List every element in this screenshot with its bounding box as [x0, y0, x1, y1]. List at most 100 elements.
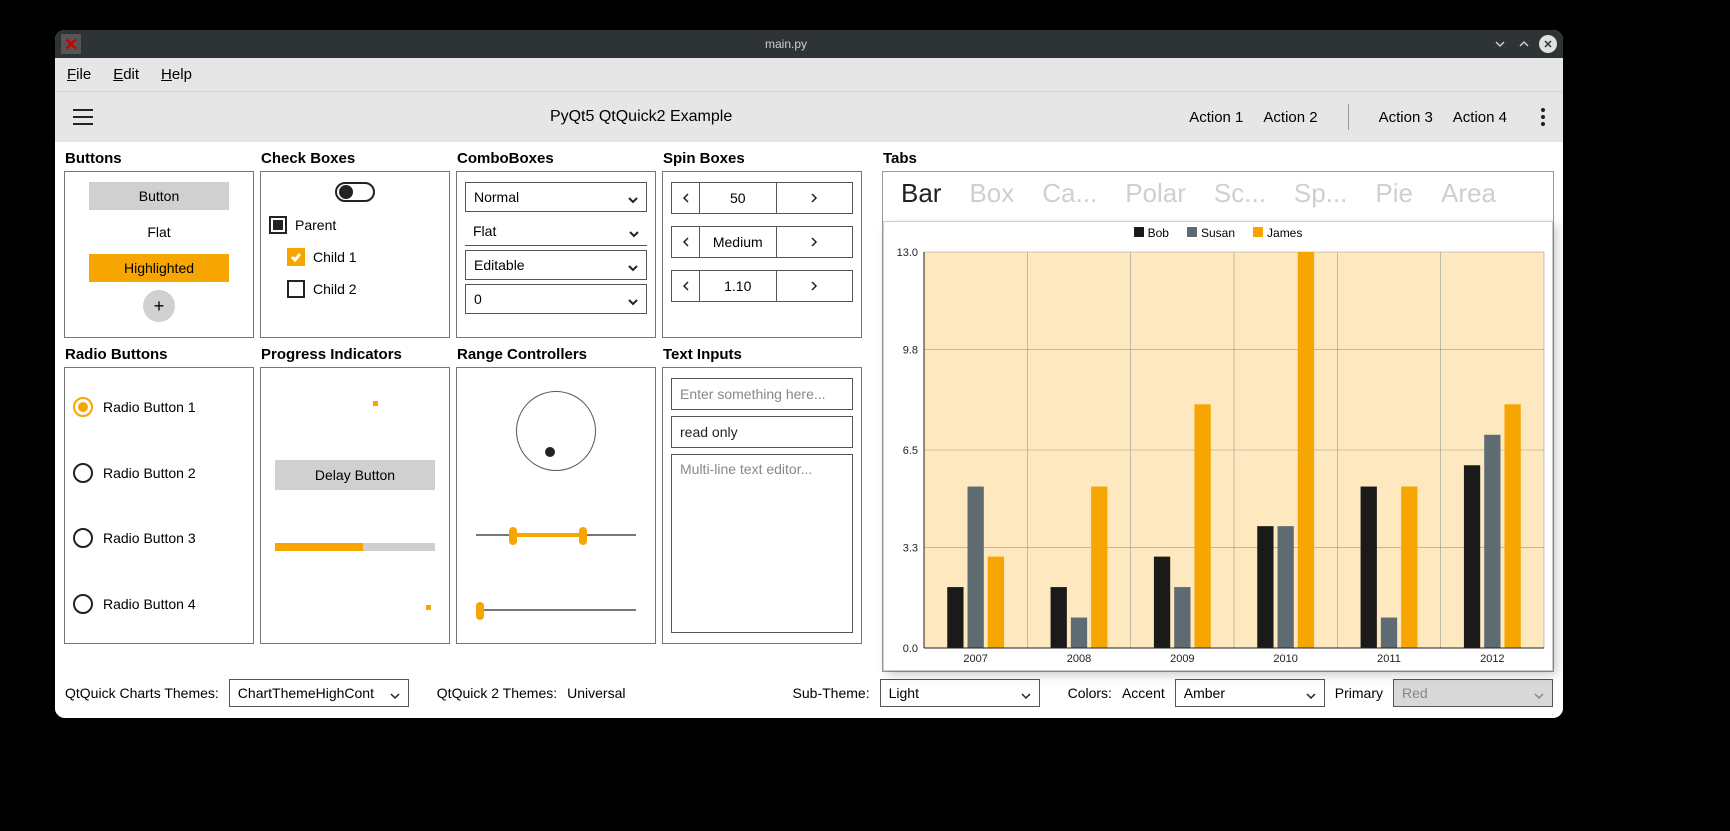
- action-4-button[interactable]: Action 4: [1453, 109, 1507, 126]
- checkbox-parent-label: Parent: [295, 217, 336, 233]
- charts-theme-value: ChartThemeHighCont: [238, 685, 374, 701]
- spinbox-float[interactable]: 1.10: [671, 270, 853, 302]
- subtheme-label: Sub-Theme:: [793, 685, 870, 701]
- action-2-button[interactable]: Action 2: [1263, 109, 1317, 126]
- radio-2[interactable]: [73, 463, 93, 483]
- spinbox-int-value: 50: [700, 190, 776, 206]
- action-3-button[interactable]: Action 3: [1379, 109, 1433, 126]
- tab-box[interactable]: Box: [969, 178, 1014, 209]
- section-title-combos: ComboBoxes: [457, 150, 656, 167]
- tab-area[interactable]: Area: [1441, 178, 1496, 209]
- svg-text:2012: 2012: [1480, 653, 1504, 665]
- combo-number[interactable]: 0: [465, 284, 647, 314]
- spin-decrement-button[interactable]: [672, 227, 700, 257]
- qtquick-theme-value: Universal: [567, 685, 625, 701]
- action-1-button[interactable]: Action 1: [1189, 109, 1243, 126]
- toolbar-separator: [1348, 104, 1349, 130]
- chart-panel: BobSusanJames 0.03.36.59.813.02007200820…: [883, 221, 1553, 671]
- section-title-buttons: Buttons: [65, 150, 254, 167]
- charts-theme-label: QtQuick Charts Themes:: [65, 685, 219, 701]
- section-title-spins: Spin Boxes: [663, 150, 862, 167]
- svg-text:2008: 2008: [1067, 653, 1091, 665]
- bottom-bar: QtQuick Charts Themes: ChartThemeHighCon…: [55, 672, 1563, 714]
- spin-increment-button[interactable]: [776, 271, 853, 301]
- tab-polar[interactable]: Polar: [1125, 178, 1186, 209]
- menu-file[interactable]: File: [67, 66, 91, 83]
- svg-text:2009: 2009: [1170, 653, 1194, 665]
- chevron-down-icon: [1534, 688, 1544, 698]
- checkbox-child1-label: Child 1: [313, 249, 357, 265]
- combo-normal[interactable]: Normal: [465, 182, 647, 212]
- legend-item: Bob: [1134, 226, 1169, 240]
- chevron-down-icon: [628, 260, 638, 270]
- chevron-down-icon: [628, 294, 638, 304]
- spinbox-int[interactable]: 50: [671, 182, 853, 214]
- close-button[interactable]: [1539, 35, 1557, 53]
- maximize-button[interactable]: [1515, 35, 1533, 53]
- svg-text:13.0: 13.0: [897, 247, 918, 259]
- primary-label: Primary: [1335, 685, 1383, 701]
- spin-decrement-button[interactable]: [672, 271, 700, 301]
- progress-panel: Delay Button: [260, 367, 450, 644]
- progress-bar: [275, 543, 435, 551]
- spin-decrement-button[interactable]: [672, 183, 700, 213]
- tab-pie[interactable]: Pie: [1375, 178, 1413, 209]
- tabs-bar: Bar Box Ca... Polar Sc... Sp... Pie Area: [883, 172, 1553, 211]
- chevron-down-icon: [1306, 688, 1316, 698]
- tab-sp[interactable]: Sp...: [1294, 178, 1347, 209]
- text-input[interactable]: Enter something here...: [671, 378, 853, 410]
- section-title-checkboxes: Check Boxes: [261, 150, 450, 167]
- checkbox-parent[interactable]: [269, 216, 287, 234]
- hamburger-icon[interactable]: [73, 109, 93, 125]
- range-panel: [456, 367, 656, 644]
- chart-legend: BobSusanJames: [884, 222, 1552, 244]
- overflow-menu-icon[interactable]: [1541, 108, 1545, 126]
- window-title: main.py: [81, 37, 1491, 51]
- dial-control[interactable]: [516, 391, 596, 471]
- accent-label: Accent: [1122, 685, 1165, 701]
- buttons-panel: Button Flat Highlighted +: [64, 171, 254, 338]
- delay-button[interactable]: Delay Button: [275, 460, 435, 490]
- svg-text:2011: 2011: [1377, 653, 1401, 665]
- section-title-radios: Radio Buttons: [65, 346, 254, 363]
- highlighted-button[interactable]: Highlighted: [89, 254, 229, 282]
- toggle-switch[interactable]: [335, 182, 375, 202]
- combos-panel: Normal Flat Editable 0: [456, 171, 656, 338]
- accent-combo[interactable]: Amber: [1175, 679, 1325, 707]
- tab-ca[interactable]: Ca...: [1042, 178, 1097, 209]
- tab-sc[interactable]: Sc...: [1214, 178, 1266, 209]
- section-title-range: Range Controllers: [457, 346, 656, 363]
- combo-flat-value: Flat: [473, 223, 496, 239]
- minimize-button[interactable]: [1491, 35, 1509, 53]
- checkbox-child1[interactable]: [287, 248, 305, 266]
- tab-bar[interactable]: Bar: [901, 178, 941, 209]
- subtheme-value: Light: [889, 685, 919, 701]
- content-area: Buttons Button Flat Highlighted + Check …: [55, 142, 1563, 672]
- slider[interactable]: [476, 600, 636, 620]
- round-plus-button[interactable]: +: [143, 290, 175, 322]
- menu-edit[interactable]: Edit: [113, 66, 139, 83]
- spin-increment-button[interactable]: [776, 227, 853, 257]
- standard-button[interactable]: Button: [89, 182, 229, 210]
- spin-increment-button[interactable]: [776, 183, 853, 213]
- spinbox-float-value: 1.10: [700, 278, 776, 294]
- checkbox-child2[interactable]: [287, 280, 305, 298]
- combo-flat[interactable]: Flat: [465, 216, 647, 246]
- radio-1[interactable]: [73, 397, 93, 417]
- flat-button[interactable]: Flat: [89, 218, 229, 246]
- charts-theme-combo[interactable]: ChartThemeHighCont: [229, 679, 409, 707]
- menu-help[interactable]: Help: [161, 66, 192, 83]
- accent-value: Amber: [1184, 685, 1225, 701]
- subtheme-combo[interactable]: Light: [880, 679, 1040, 707]
- spinbox-enum[interactable]: Medium: [671, 226, 853, 258]
- primary-combo[interactable]: Red: [1393, 679, 1553, 707]
- radio-3-label: Radio Button 3: [103, 530, 196, 546]
- range-slider[interactable]: [476, 525, 636, 545]
- combo-editable[interactable]: Editable: [465, 250, 647, 280]
- text-panel: Enter something here... read only Multi-…: [662, 367, 862, 644]
- text-area[interactable]: Multi-line text editor...: [671, 454, 853, 633]
- checkboxes-panel: Parent Child 1 Child 2: [260, 171, 450, 338]
- combo-normal-value: Normal: [474, 189, 519, 205]
- radio-3[interactable]: [73, 528, 93, 548]
- radio-4[interactable]: [73, 594, 93, 614]
